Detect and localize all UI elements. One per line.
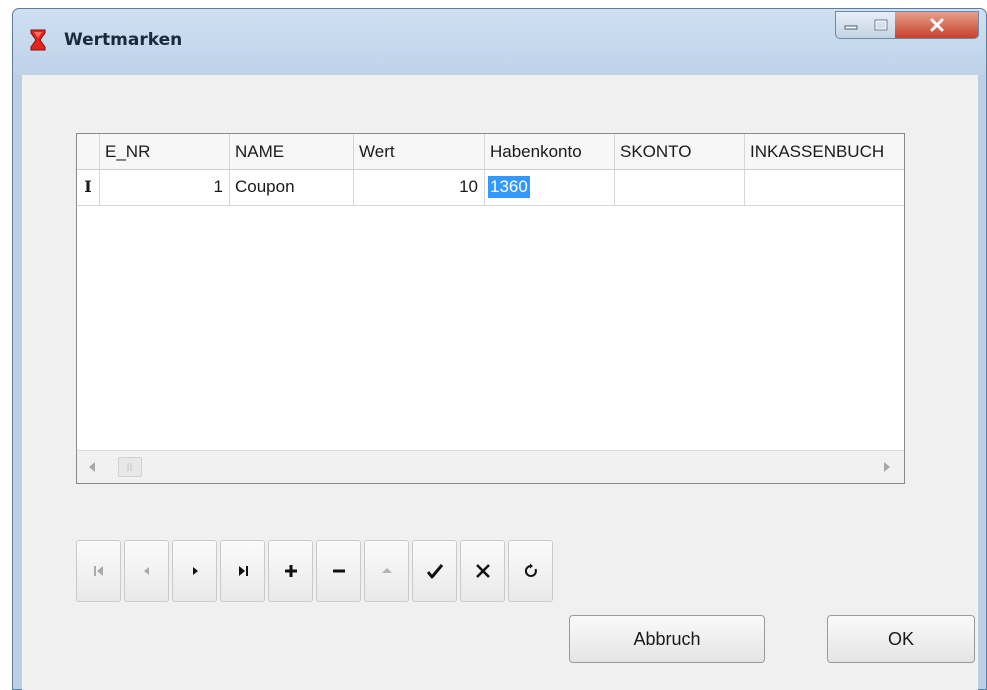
refresh-button[interactable] <box>508 540 553 602</box>
insert-icon <box>284 565 297 577</box>
minimize-button[interactable] <box>835 11 867 39</box>
prior-icon <box>143 567 149 575</box>
cell-inkassenbuch[interactable] <box>745 169 904 205</box>
scroll-thumb[interactable] <box>118 457 142 477</box>
maximize-icon <box>874 19 887 31</box>
app-icon <box>30 29 46 51</box>
column-header-skonto[interactable]: SKONTO <box>615 134 745 169</box>
post-icon <box>426 564 443 579</box>
cell-habenkonto-editor[interactable]: 1360 <box>488 176 530 198</box>
scroll-right-button[interactable] <box>878 458 896 476</box>
ok-button[interactable]: OK <box>827 615 975 663</box>
data-grid[interactable]: E_NR NAME Wert Habenkonto SKONTO INKASSE… <box>76 133 905 484</box>
cell-skonto[interactable] <box>615 169 745 205</box>
row-indicator: I <box>77 169 100 205</box>
column-header-habenkonto[interactable]: Habenkonto <box>485 134 615 169</box>
column-header-name[interactable]: NAME <box>230 134 354 169</box>
dialog-client-area: E_NR NAME Wert Habenkonto SKONTO INKASSE… <box>22 75 978 690</box>
close-button[interactable] <box>895 11 979 39</box>
title-bar[interactable]: Wertmarken <box>13 9 986 75</box>
cell-habenkonto[interactable]: 1360 <box>485 169 615 205</box>
table-row[interactable]: I 1 Coupon 10 1360 <box>77 169 904 206</box>
cell-e-nr[interactable]: 1 <box>100 169 230 205</box>
last-icon <box>238 566 248 576</box>
next-record-button[interactable] <box>172 540 217 602</box>
grid-header: E_NR NAME Wert Habenkonto SKONTO INKASSE… <box>77 134 904 170</box>
last-record-button[interactable] <box>220 540 265 602</box>
prior-record-button[interactable] <box>124 540 169 602</box>
scroll-left-button[interactable] <box>83 458 101 476</box>
cancel-record-button[interactable] <box>460 540 505 602</box>
edit-icon <box>381 568 392 573</box>
cancel-icon <box>475 564 490 578</box>
cell-wert[interactable]: 10 <box>354 169 485 205</box>
column-header-wert[interactable]: Wert <box>354 134 485 169</box>
arrow-right-icon <box>884 462 890 472</box>
edit-record-button[interactable] <box>364 540 409 602</box>
maximize-button[interactable] <box>866 11 896 39</box>
close-icon <box>930 18 943 32</box>
grip-icon <box>127 463 132 471</box>
delete-record-button[interactable] <box>316 540 361 602</box>
cancel-button[interactable]: Abbruch <box>569 615 765 663</box>
cell-name[interactable]: Coupon <box>230 169 354 205</box>
next-icon <box>192 567 198 575</box>
dialog-window: Wertmarken E_NR NAME Wert Habenkonto SKO… <box>12 8 987 690</box>
refresh-icon <box>524 563 537 577</box>
header-indicator-cell <box>77 134 100 169</box>
delete-icon <box>332 569 345 573</box>
arrow-left-icon <box>89 462 95 472</box>
insert-record-button[interactable] <box>268 540 313 602</box>
column-header-inkassenbuch[interactable]: INKASSENBUCH <box>745 134 904 169</box>
post-record-button[interactable] <box>412 540 457 602</box>
horizontal-scrollbar[interactable] <box>77 450 904 483</box>
first-record-button[interactable] <box>76 540 121 602</box>
window-title: Wertmarken <box>64 30 183 50</box>
first-icon <box>93 566 103 576</box>
minimize-icon <box>844 25 858 30</box>
column-header-e-nr[interactable]: E_NR <box>100 134 230 169</box>
